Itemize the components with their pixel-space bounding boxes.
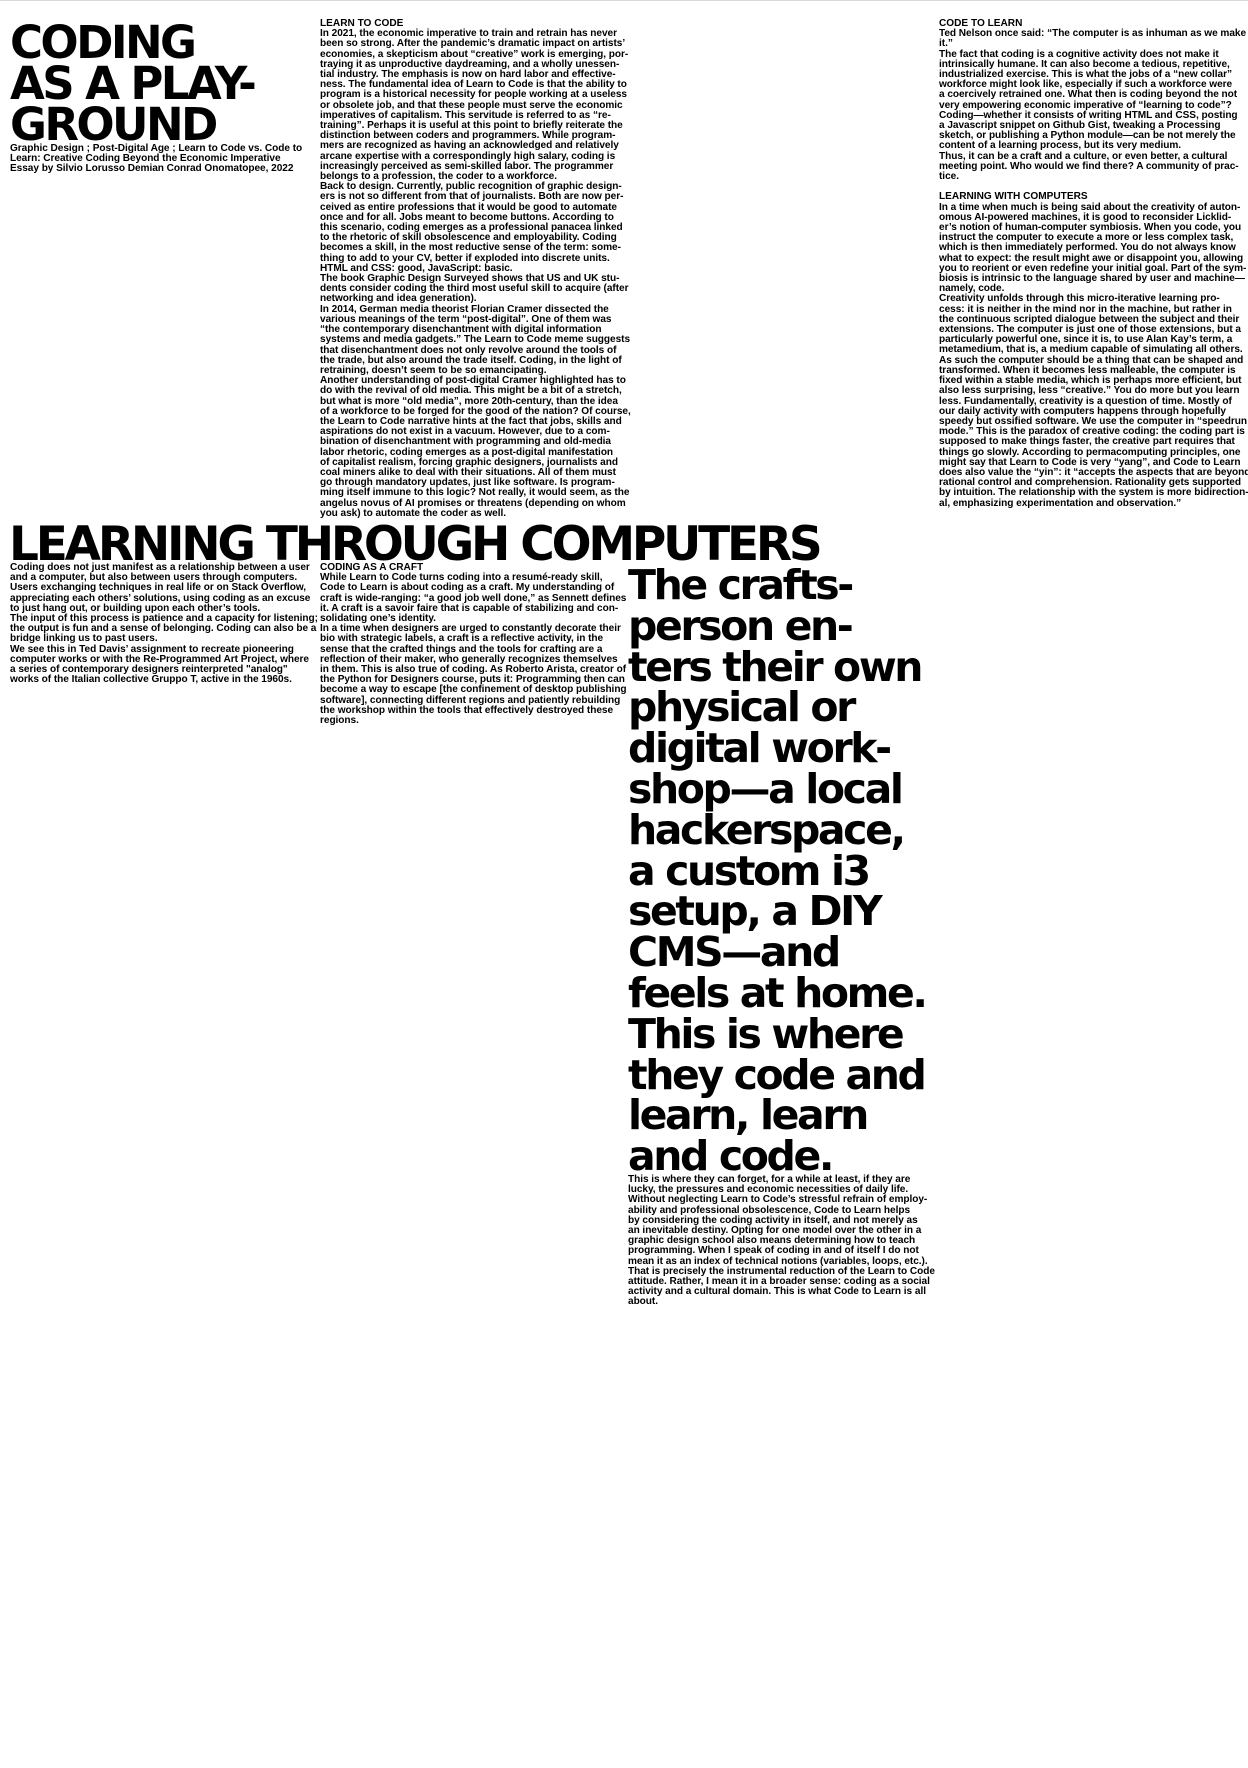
page-title: CODING AS A PLAY- GROUND	[10, 16, 257, 151]
coding-as-craft-section: CODING AS A CRAFT While Learn to Code tu…	[320, 562, 627, 727]
right-column: CODE TO LEARN Ted Nelson once said: “The…	[939, 18, 1248, 509]
top-border-line	[0, 0, 1248, 1]
pull-quote: The crafts- person en- ters their own ph…	[628, 561, 928, 1181]
coding-as-craft-body: While Learn to Code turns coding into a …	[320, 572, 627, 727]
code-to-learn-body: Ted Nelson once said: “The computer is a…	[939, 28, 1247, 183]
closing-paragraph: This is where they can forget, for a whi…	[628, 1174, 935, 1308]
learning-through-computers-body: Coding does not just manifest as a relat…	[10, 562, 318, 686]
learn-to-code-body: In 2021, the economic imperative to trai…	[320, 28, 631, 519]
learning-with-computers-body: In a time when much is being said about …	[939, 201, 1248, 509]
learn-to-code-section: LEARN TO CODE In 2021, the economic impe…	[320, 18, 631, 519]
essay-subtitle: Graphic Design ; Post-Digital Age ; Lear…	[10, 143, 303, 175]
